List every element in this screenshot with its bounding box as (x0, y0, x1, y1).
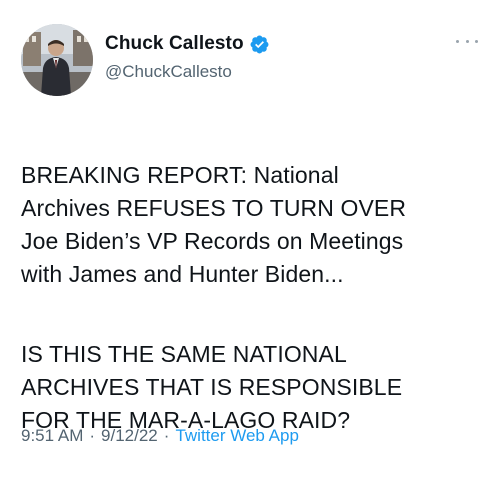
avatar[interactable] (21, 24, 93, 96)
more-dot (456, 39, 459, 43)
verified-badge-icon (249, 34, 270, 55)
tweet-meta: 9:51 AM · 9/12/22 · Twitter Web App (21, 426, 299, 446)
tweet-source[interactable]: Twitter Web App (175, 426, 298, 446)
meta-separator: · (163, 426, 170, 445)
name-row: Chuck Callesto (105, 32, 270, 56)
tweet-paragraph-2: IS THIS THE SAME NATIONAL ARCHIVES THAT … (21, 341, 403, 433)
display-name[interactable]: Chuck Callesto (105, 33, 244, 55)
more-dot (475, 39, 478, 43)
tweet-date[interactable]: 9/12/22 (101, 426, 158, 446)
tweet-paragraph-1: BREAKING REPORT: National Archives REFUS… (21, 162, 407, 287)
author-block: Chuck Callesto @ChuckCallesto (105, 32, 270, 82)
meta-separator: · (89, 426, 96, 445)
tweet-time[interactable]: 9:51 AM (21, 426, 83, 446)
more-dot (465, 39, 469, 43)
more-options-icon[interactable] (456, 36, 478, 46)
tweet-card: Chuck Callesto @ChuckCallesto BREAKING R… (0, 0, 500, 464)
handle[interactable]: @ChuckCallesto (105, 62, 270, 82)
